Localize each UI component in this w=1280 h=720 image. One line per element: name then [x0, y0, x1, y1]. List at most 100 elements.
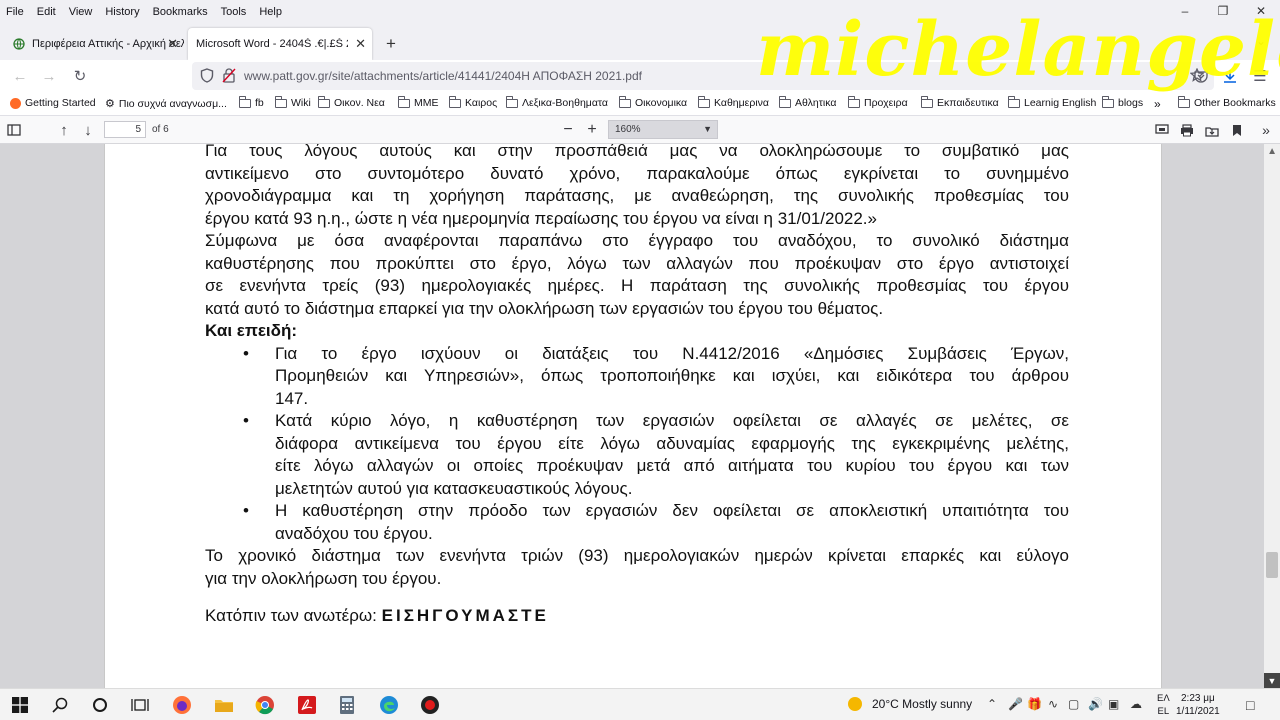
page-number-input[interactable]: 5 [104, 121, 146, 138]
bookmark-folder-fb[interactable]: fb [239, 95, 264, 109]
paragraph-conclusion: Το χρονικό διάστημα των ενενήντα τριών (… [205, 545, 1069, 590]
task-view-icon[interactable] [128, 693, 152, 717]
save-download-icon[interactable] [1202, 120, 1222, 140]
menu-edit[interactable]: Edit [31, 5, 63, 19]
cortana-icon[interactable] [88, 693, 112, 717]
screen-recorder-icon[interactable] [418, 693, 442, 717]
folder-icon [318, 95, 330, 108]
list-item: • Η καθυστέρηση στην πρόοδο των εργασιών… [205, 500, 1069, 545]
bookmark-folder-wiki[interactable]: Wiki [275, 95, 311, 109]
bookmark-folder-sports[interactable]: Αθλητικα [779, 95, 836, 109]
menu-help[interactable]: Help [253, 5, 289, 19]
presentation-mode-icon[interactable] [1152, 120, 1172, 140]
bookmark-most-visited[interactable]: ⚙ Πιο συχνά αναγνωσμ... [105, 97, 227, 111]
notifications-icon[interactable]: □ [1246, 697, 1254, 713]
bookmark-folder-education[interactable]: Εκπαιδευτικα [921, 95, 999, 109]
bookmark-folder-dictionaries[interactable]: Λεξικα-Βοηθηματα [506, 95, 608, 109]
menu-tools[interactable]: Tools [215, 5, 254, 19]
bookmark-label: Οικονομικα [635, 97, 688, 109]
pocket-icon[interactable] [1190, 66, 1212, 86]
bookmark-folder-weather[interactable]: Καιρος [449, 95, 498, 109]
file-explorer-icon[interactable] [212, 693, 236, 717]
new-tab-button[interactable]: + [380, 28, 404, 60]
tab-pdf-document[interactable]: Microsoft Word - 2404Š .€|.£Š 2021 ✕ [188, 28, 372, 60]
bookmark-label: Προχειρα [864, 97, 908, 109]
edge-icon[interactable] [377, 693, 401, 717]
list-all-tabs-icon[interactable]: ⌄ [1256, 34, 1266, 48]
insecure-lock-icon[interactable] [222, 68, 236, 86]
cloud-sync-icon[interactable]: ☁ [1130, 697, 1142, 711]
bookmark-folder-daily[interactable]: Καθημερινα [698, 95, 769, 109]
bookmark-folder-learning-english[interactable]: Learnig English [1008, 95, 1096, 109]
bookmark-folder-blogs[interactable]: blogs [1102, 95, 1143, 109]
text-line: Το χρονικό διάστημα των ενενήντα τριών (… [205, 546, 1069, 565]
bookmark-label: Πιο συχνά αναγνωσμ... [118, 97, 227, 110]
firefox-icon [10, 97, 21, 109]
microphone-icon[interactable]: 🎤 [1008, 697, 1023, 711]
close-tab-icon[interactable]: ✕ [355, 36, 366, 52]
menu-bookmarks[interactable]: Bookmarks [147, 5, 215, 19]
show-hidden-icons-icon[interactable]: ⌃ [987, 697, 997, 711]
bookmark-folder-other[interactable]: Other Bookmarks [1178, 95, 1276, 109]
bookmark-folder-drafts[interactable]: Προχειρα [848, 95, 908, 109]
bookmark-getting-started[interactable]: Getting Started [10, 97, 96, 109]
clock-time: 2:23 μμ [1180, 693, 1215, 704]
bookmark-view-icon[interactable] [1227, 120, 1247, 140]
menu-file[interactable]: File [0, 5, 31, 19]
gift-icon[interactable]: 🎁 [1027, 697, 1042, 711]
chevron-down-icon: ▼ [703, 124, 712, 134]
windows-start-icon[interactable] [8, 693, 32, 717]
calculator-icon[interactable] [335, 693, 359, 717]
bookmark-folder-econ-news[interactable]: Οικον. Νεα [318, 95, 385, 109]
close-tab-icon[interactable]: ✕ [167, 36, 178, 52]
print-icon[interactable] [1177, 120, 1197, 140]
hamburger-menu-icon[interactable]: ☰ [1249, 66, 1271, 86]
language-secondary: EL [1157, 706, 1170, 717]
scrollbar-thumb[interactable] [1266, 552, 1278, 578]
list-item: • Για το έργο ισχύουν οι διατάξεις του Ν… [205, 343, 1069, 411]
restore-icon[interactable]: ❐ [1204, 0, 1242, 22]
minimize-icon[interactable]: – [1166, 0, 1204, 22]
vertical-scrollbar[interactable]: ▲ ▼ [1264, 144, 1280, 688]
close-window-icon[interactable]: ✕ [1242, 0, 1280, 22]
pdf-viewer[interactable]: Για τους λόγους αυτούς και στην προσπάθε… [0, 144, 1280, 688]
scroll-up-arrow-icon[interactable]: ▲ [1267, 146, 1277, 157]
back-icon[interactable]: ← [9, 66, 31, 86]
address-bar[interactable]: www.patt.gov.gr/site/attachments/article… [192, 62, 1214, 90]
tools-chevron-icon[interactable]: » [1256, 120, 1276, 140]
bookmark-folder-mme[interactable]: ΜΜΕ [398, 95, 439, 109]
zoom-select[interactable]: 160% ▼ [608, 120, 718, 139]
display-icon[interactable]: ▣ [1108, 697, 1119, 711]
bullet-marker: • [243, 343, 249, 363]
battery-icon[interactable]: ▢ [1068, 697, 1079, 711]
previous-page-icon[interactable]: ↑ [54, 120, 74, 140]
chrome-icon[interactable] [253, 693, 277, 717]
taskbar-clock[interactable]: 2:23 μμ 1/11/2021 [1176, 692, 1220, 718]
volume-icon[interactable]: 🔊 [1088, 697, 1103, 711]
navigation-bar: ← → ↻ www.patt.gov.gr/site/attachments/a… [0, 60, 1280, 92]
bookmark-label: Καιρος [465, 97, 498, 109]
menu-history[interactable]: History [99, 5, 146, 19]
reload-icon[interactable]: ↻ [69, 66, 91, 86]
sidebar-toggle-icon[interactable] [4, 120, 24, 140]
firefox-taskbar-icon[interactable] [170, 693, 194, 717]
more-bookmarks-chevron-icon[interactable]: » [1154, 97, 1161, 111]
forward-icon[interactable]: → [38, 66, 60, 86]
bookmark-label: Εκπαιδευτικα [937, 97, 999, 109]
tracking-shield-icon[interactable] [200, 68, 214, 86]
folder-icon [1102, 95, 1114, 108]
zoom-value: 160% [615, 124, 641, 135]
acrobat-reader-icon[interactable] [295, 693, 319, 717]
bookmark-folder-economics[interactable]: Οικονομικα [619, 95, 688, 109]
network-icon[interactable]: ∿ [1048, 697, 1058, 711]
input-language-indicator[interactable]: ΕΛ EL [1157, 692, 1170, 718]
tab-attica-region[interactable]: Περιφέρεια Αττικής - Αρχική σελ ✕ [4, 28, 184, 60]
zoom-out-icon[interactable]: − [558, 120, 578, 140]
downloads-icon[interactable] [1219, 66, 1241, 86]
scroll-down-arrow-icon[interactable]: ▼ [1264, 673, 1280, 688]
weather-widget[interactable]: 20°C Mostly sunny [848, 697, 972, 711]
menu-view[interactable]: View [63, 5, 100, 19]
search-icon[interactable] [48, 693, 72, 717]
zoom-in-icon[interactable]: + [582, 120, 602, 140]
next-page-icon[interactable]: ↓ [78, 120, 98, 140]
